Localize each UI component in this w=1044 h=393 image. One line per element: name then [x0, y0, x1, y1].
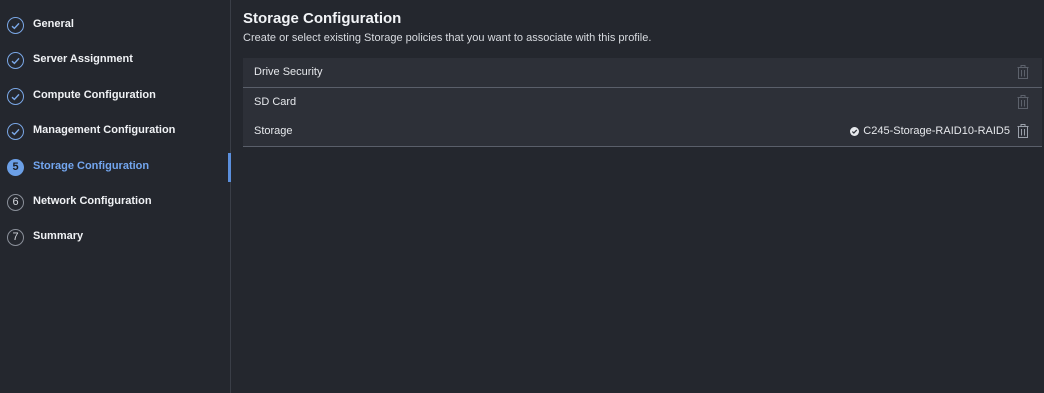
- check-circle-icon: [7, 88, 24, 105]
- step-label: Management Configuration: [33, 124, 176, 136]
- step-server-assignment[interactable]: Server Assignment: [0, 43, 230, 78]
- policy-label: Drive Security: [254, 66, 323, 78]
- step-compute-configuration[interactable]: Compute Configuration: [0, 79, 230, 114]
- check-circle-icon: [7, 17, 24, 34]
- step-general[interactable]: General: [0, 8, 230, 43]
- step-label: Compute Configuration: [33, 89, 156, 101]
- step-label: Summary: [33, 230, 84, 242]
- policy-label: SD Card: [254, 96, 297, 108]
- step-number-badge: 5: [7, 159, 24, 176]
- step-label: Server Assignment: [33, 53, 133, 65]
- check-circle-icon: [7, 123, 24, 140]
- trash-icon[interactable]: [1017, 65, 1029, 79]
- selected-policy[interactable]: C245-Storage-RAID10-RAID5: [850, 125, 1010, 137]
- page-title: Storage Configuration: [243, 10, 402, 27]
- step-summary[interactable]: 7 Summary: [0, 220, 230, 255]
- step-label: General: [33, 18, 74, 30]
- page-subtitle: Create or select existing Storage polici…: [243, 32, 652, 44]
- policy-name: C245-Storage-RAID10-RAID5: [863, 125, 1010, 137]
- check-circle-icon: [7, 52, 24, 69]
- step-network-configuration[interactable]: 6 Network Configuration: [0, 185, 230, 220]
- step-storage-configuration[interactable]: 5 Storage Configuration: [0, 150, 230, 185]
- policy-label: Storage: [254, 125, 293, 137]
- step-number-badge: 7: [7, 229, 24, 246]
- step-label: Storage Configuration: [33, 160, 150, 172]
- trash-icon[interactable]: [1017, 124, 1029, 138]
- check-circle-filled-icon: [850, 126, 860, 136]
- policy-row-drive-security[interactable]: Drive Security: [243, 58, 1042, 88]
- policy-row-sd-card[interactable]: SD Card: [243, 88, 1042, 118]
- trash-icon[interactable]: [1017, 95, 1029, 109]
- step-management-configuration[interactable]: Management Configuration: [0, 114, 230, 149]
- wizard-sidebar: General Server Assignment Compute Config…: [0, 0, 231, 393]
- step-label: Network Configuration: [33, 195, 152, 207]
- policy-row-storage[interactable]: Storage C245-Storage-RAID10-RAID5: [243, 117, 1042, 147]
- main-panel: Storage Configuration Create or select e…: [231, 0, 1044, 393]
- step-number-badge: 6: [7, 194, 24, 211]
